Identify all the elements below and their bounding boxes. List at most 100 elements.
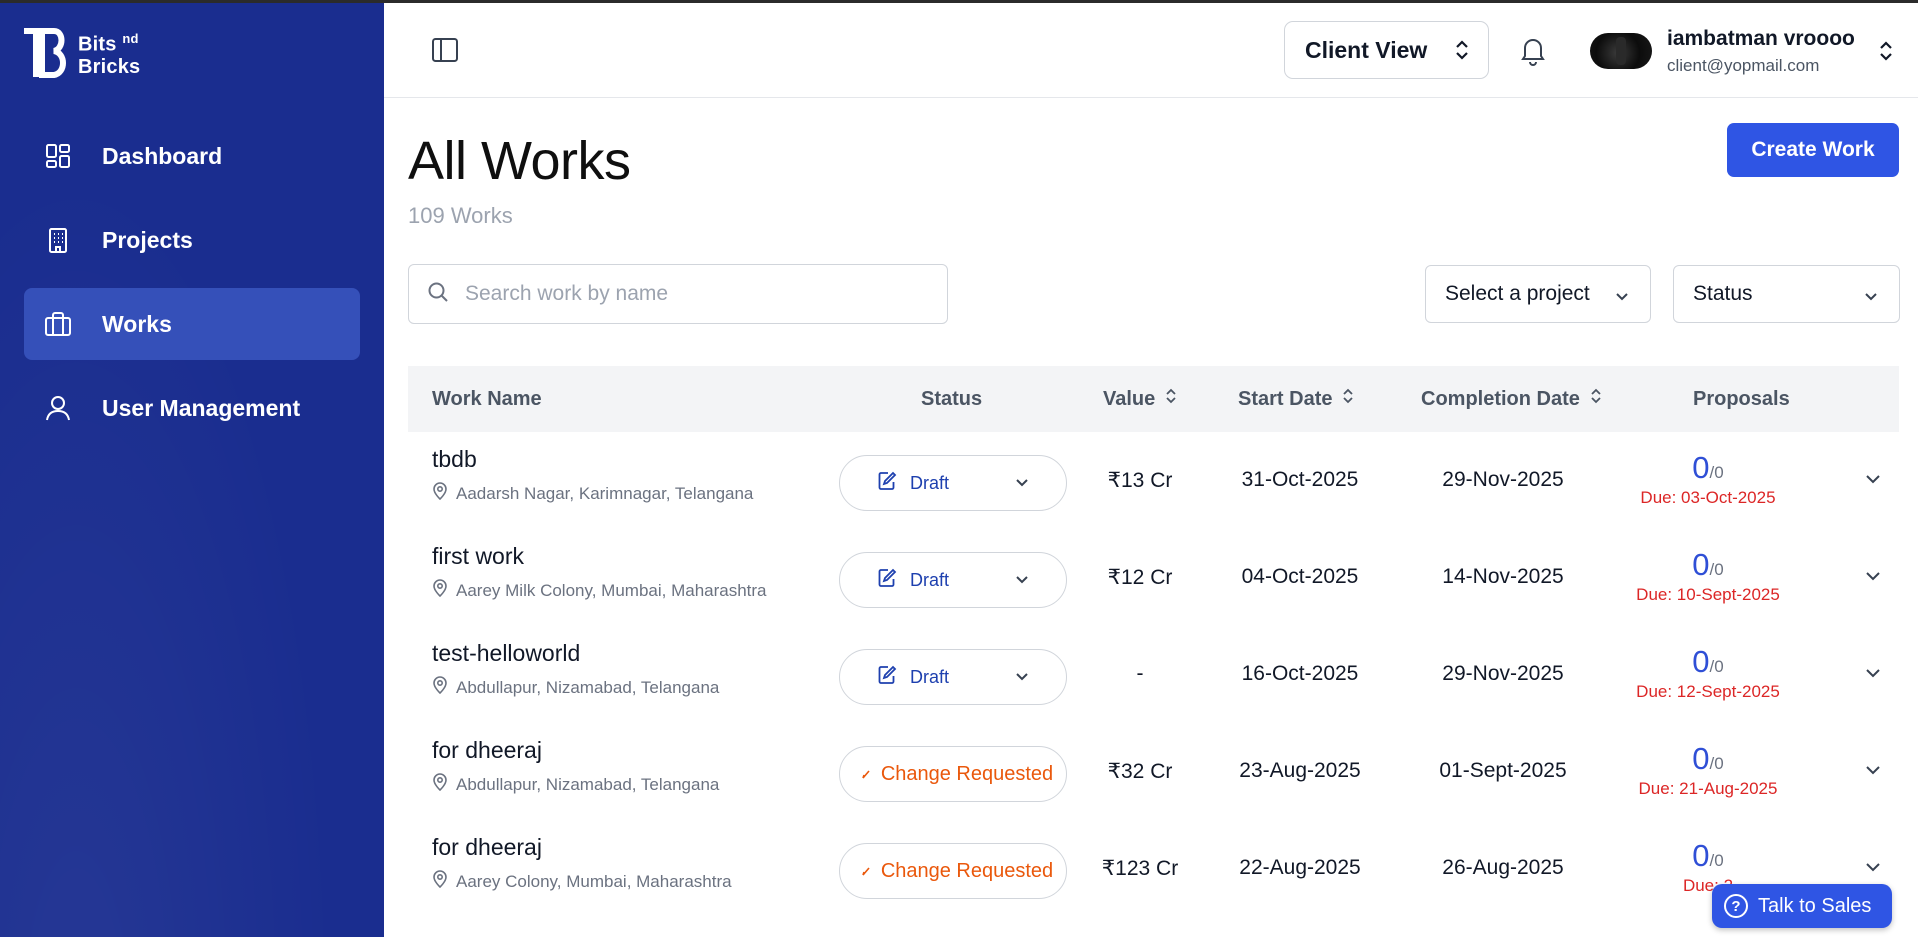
column-header-label: Start Date	[1238, 387, 1333, 410]
project-select-value: Select a project	[1445, 282, 1590, 305]
column-header-label: Completion Date	[1421, 387, 1580, 410]
logo-mark-icon	[22, 27, 70, 79]
proposals-total: /0	[1709, 463, 1724, 482]
column-header-proposals: Proposals	[1693, 387, 1790, 410]
work-value: ₹12 Cr	[1107, 566, 1173, 589]
search-box	[408, 264, 948, 324]
table-row[interactable]: test-helloworld Abdullapur, Nizamabad, T…	[408, 626, 1899, 723]
expand-row-chevron-icon[interactable]	[1864, 761, 1882, 784]
chevron-up-down-icon	[1454, 39, 1470, 67]
location-pin-icon	[432, 773, 448, 796]
proposals-due-date: Due: 21-Aug-2025	[1638, 779, 1778, 798]
change-requested-icon	[861, 763, 871, 786]
status-select-value: Status	[1693, 282, 1753, 305]
work-value: ₹32 Cr	[1107, 760, 1173, 783]
expand-row-chevron-icon[interactable]	[1864, 664, 1882, 687]
sidebar-item-label: Works	[102, 310, 172, 337]
talk-to-sales-label: Talk to Sales	[1758, 894, 1872, 917]
view-switcher[interactable]: Client View	[1284, 21, 1489, 79]
completion-date: 29-Nov-2025	[1442, 662, 1564, 685]
proposals-total: /0	[1709, 657, 1724, 676]
status-dropdown[interactable]: Draft	[839, 455, 1067, 511]
chevron-up-down-icon[interactable]	[1878, 39, 1894, 68]
page-title: All Works	[408, 131, 631, 191]
location-text: Abdullapur, Nizamabad, Telangana	[456, 677, 720, 697]
table-row[interactable]: for dheeraj Aarey Colony, Mumbai, Mahara…	[408, 820, 1899, 917]
sidebar-item-dashboard[interactable]: Dashboard	[24, 120, 360, 192]
column-header-start-date[interactable]: Start Date	[1238, 366, 1354, 432]
location-pin-icon	[432, 676, 448, 699]
status-dropdown[interactable]: Draft	[839, 552, 1067, 608]
proposals-due-date: Due: 12-Sept-2025	[1636, 682, 1780, 701]
project-select[interactable]: Select a project	[1425, 265, 1651, 323]
proposals-due-date: Due: 03-Oct-2025	[1640, 488, 1776, 507]
create-work-button[interactable]: Create Work	[1727, 123, 1899, 177]
edit-document-icon	[876, 664, 898, 691]
column-header-value[interactable]: Value	[1103, 366, 1177, 432]
briefcase-icon	[42, 308, 74, 340]
user-name: iambatman vroooo	[1667, 27, 1855, 50]
sidebar-item-projects[interactable]: Projects	[24, 204, 360, 276]
column-header-completion-date[interactable]: Completion Date	[1421, 366, 1602, 432]
status-label: Change Requested	[880, 859, 1054, 882]
dashboard-grid-icon	[42, 140, 74, 172]
proposals-total: /0	[1709, 560, 1724, 579]
proposals-count: 0	[1692, 838, 1710, 873]
status-badge[interactable]: Change Requested	[839, 843, 1067, 899]
proposals-cell: 0/0 Due: 10-Sept-2025	[1608, 547, 1808, 605]
location-text: Aarey Colony, Mumbai, Maharashtra	[456, 871, 732, 891]
status-label: Draft	[910, 569, 950, 590]
expand-row-chevron-icon[interactable]	[1864, 858, 1882, 881]
table-row[interactable]: first work Aarey Milk Colony, Mumbai, Ma…	[408, 529, 1899, 626]
start-date: 04-Oct-2025	[1241, 565, 1359, 588]
proposals-cell: 0/0 Due: 21-Aug-2025	[1608, 741, 1808, 799]
status-select[interactable]: Status	[1673, 265, 1900, 323]
status-label: Draft	[910, 666, 950, 687]
start-date: 31-Oct-2025	[1241, 468, 1359, 491]
edit-document-icon	[876, 470, 898, 497]
sidebar-item-works[interactable]: Works	[24, 288, 360, 360]
location-text: Aadarsh Nagar, Karimnagar, Telangana	[456, 483, 754, 503]
view-switcher-label: Client View	[1305, 36, 1428, 63]
brand-name: Bits nd Bricks	[78, 31, 141, 78]
work-value: -	[1136, 662, 1144, 685]
bell-icon[interactable]	[1518, 35, 1548, 72]
expand-row-chevron-icon[interactable]	[1864, 470, 1882, 493]
sidebar-item-user-management[interactable]: User Management	[24, 372, 360, 444]
work-name[interactable]: first work	[432, 543, 524, 570]
completion-date: 29-Nov-2025	[1442, 468, 1564, 491]
avatar[interactable]	[1590, 33, 1652, 69]
chevron-down-icon	[1014, 475, 1030, 496]
brand-logo[interactable]: Bits nd Bricks	[22, 27, 140, 79]
location-pin-icon	[432, 579, 448, 602]
table-row[interactable]: for dheeraj Abdullapur, Nizamabad, Telan…	[408, 723, 1899, 820]
talk-to-sales-button[interactable]: ? Talk to Sales	[1712, 884, 1892, 928]
sidebar-item-label: Projects	[102, 226, 193, 253]
work-name[interactable]: for dheeraj	[432, 834, 542, 861]
sort-icon	[1342, 387, 1354, 411]
location-text: Abdullapur, Nizamabad, Telangana	[456, 774, 720, 794]
chevron-down-icon	[1014, 669, 1030, 690]
status-label: Change Requested	[880, 762, 1054, 785]
change-requested-icon	[861, 860, 871, 883]
search-input[interactable]	[465, 282, 925, 306]
work-value: ₹123 Cr	[1101, 857, 1179, 880]
status-badge[interactable]: Change Requested	[839, 746, 1067, 802]
work-name[interactable]: test-helloworld	[432, 640, 580, 667]
table-row[interactable]: tbdb Aadarsh Nagar, Karimnagar, Telangan…	[408, 432, 1899, 529]
work-name[interactable]: for dheeraj	[432, 737, 542, 764]
sidebar-toggle-icon[interactable]	[430, 35, 462, 67]
proposals-count: 0	[1692, 450, 1710, 485]
proposals-count: 0	[1692, 741, 1710, 776]
search-icon	[427, 281, 449, 308]
work-name[interactable]: tbdb	[432, 446, 477, 473]
status-dropdown[interactable]: Draft	[839, 649, 1067, 705]
sort-icon	[1590, 387, 1602, 411]
sidebar-item-label: Dashboard	[102, 142, 223, 169]
location-pin-icon	[432, 870, 448, 893]
edit-document-icon	[876, 567, 898, 594]
sidebar: Bits nd Bricks Dashboard Projects Works …	[0, 3, 384, 937]
work-location: Aarey Colony, Mumbai, Maharashtra	[432, 870, 732, 893]
user-icon	[42, 392, 74, 424]
expand-row-chevron-icon[interactable]	[1864, 567, 1882, 590]
